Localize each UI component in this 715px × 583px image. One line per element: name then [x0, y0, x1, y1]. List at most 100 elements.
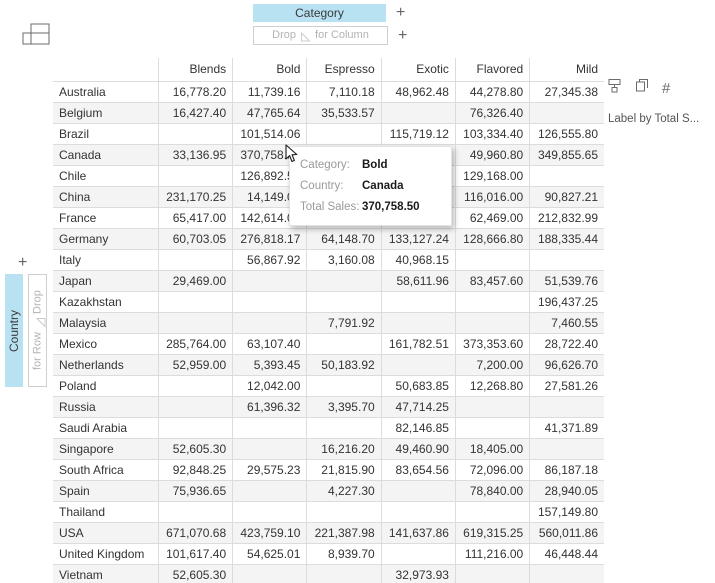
value-cell[interactable]: 92,848.25 — [157, 458, 234, 481]
add-row-button[interactable]: + — [18, 255, 27, 271]
value-cell[interactable]: 111,216.00 — [454, 542, 531, 565]
value-cell[interactable]: 101,617.40 — [157, 542, 234, 565]
value-cell[interactable]: 51,539.76 — [529, 269, 604, 292]
column-header-exotic[interactable]: Exotic — [380, 58, 456, 82]
add-column-placeholder-button[interactable]: + — [398, 27, 407, 44]
value-cell[interactable] — [306, 122, 382, 145]
row-header-cell[interactable]: Italy — [53, 248, 159, 271]
table-row[interactable]: Singapore 52,605.30 16,216.20 49,460.90 18,4… — [53, 437, 604, 460]
value-cell[interactable]: 3,395.70 — [306, 395, 382, 418]
value-cell[interactable]: 141,637.86 — [380, 521, 456, 544]
value-cell[interactable]: 7,460.55 — [529, 311, 604, 334]
number-hash-icon[interactable]: # — [662, 80, 670, 97]
column-chip-category[interactable]: Category — [253, 3, 386, 22]
value-cell[interactable]: 212,832.99 — [529, 206, 604, 229]
value-cell[interactable] — [529, 563, 604, 583]
pivot-layout-icon[interactable] — [20, 22, 54, 48]
value-cell[interactable]: 96,626.70 — [529, 353, 604, 376]
value-cell[interactable]: 86,187.18 — [529, 458, 604, 481]
label-roller-icon[interactable] — [608, 78, 623, 99]
column-header-mild[interactable]: Mild — [529, 58, 604, 82]
table-row[interactable]: Australia 16,778.20 11,739.16 7,110.18 48,96… — [53, 80, 604, 103]
table-row[interactable]: Malaysia 7,791.92 7,460.55 — [53, 311, 604, 334]
value-cell[interactable]: 4,227.30 — [306, 479, 382, 502]
value-cell[interactable]: 47,714.25 — [380, 395, 456, 418]
value-cell[interactable]: 16,216.20 — [306, 437, 382, 460]
value-cell[interactable] — [157, 416, 234, 439]
value-cell[interactable]: 126,555.80 — [529, 122, 604, 145]
value-cell[interactable] — [232, 311, 308, 334]
row-header-cell[interactable]: Belgium — [53, 101, 159, 124]
value-cell[interactable] — [529, 101, 604, 124]
table-row[interactable]: Netherlands 52,959.00 5,393.45 50,183.92 7,2… — [53, 353, 604, 376]
value-cell[interactable]: 231,170.25 — [157, 185, 234, 208]
row-header-cell[interactable]: Spain — [53, 479, 159, 502]
table-row[interactable]: Poland 12,042.00 50,683.85 12,268.80 27,581.… — [53, 374, 604, 397]
row-header-cell[interactable]: Thailand — [53, 500, 159, 523]
column-header-bold[interactable]: Bold — [232, 58, 307, 82]
row-header-cell[interactable]: Mexico — [53, 332, 159, 355]
value-cell[interactable]: 29,575.23 — [232, 458, 308, 481]
value-cell[interactable]: 103,334.40 — [454, 122, 531, 145]
value-cell[interactable]: 50,683.85 — [380, 374, 456, 397]
row-header-cell[interactable]: Brazil — [53, 122, 159, 145]
value-cell[interactable] — [157, 164, 234, 187]
value-cell[interactable] — [306, 500, 382, 523]
value-cell[interactable] — [529, 437, 604, 460]
value-cell[interactable]: 56,867.92 — [232, 248, 308, 271]
value-cell[interactable] — [157, 248, 234, 271]
table-row[interactable]: Russia 61,396.32 3,395.70 47,714.25 — [53, 395, 604, 418]
row-header-cell[interactable]: Vietnam — [53, 563, 159, 583]
table-row[interactable]: Thailand 157,149.80 — [53, 500, 604, 523]
value-cell[interactable]: 196,437.25 — [529, 290, 604, 313]
table-row[interactable]: Vietnam 52,605.30 32,973.93 — [53, 563, 604, 583]
column-header-espresso[interactable]: Espresso — [306, 58, 382, 82]
value-cell[interactable] — [157, 500, 234, 523]
value-cell[interactable]: 16,778.20 — [157, 80, 234, 103]
value-cell[interactable]: 33,136.95 — [157, 143, 234, 166]
value-cell[interactable]: 221,387.98 — [306, 521, 382, 544]
value-cell[interactable]: 16,427.40 — [157, 101, 234, 124]
value-cell[interactable] — [157, 290, 234, 313]
row-header-cell[interactable]: Germany — [53, 227, 159, 250]
value-cell[interactable]: 40,968.15 — [380, 248, 456, 271]
value-cell[interactable]: 90,827.21 — [529, 185, 604, 208]
value-cell[interactable] — [454, 416, 531, 439]
value-cell[interactable]: 11,739.16 — [232, 80, 308, 103]
row-chip-country[interactable]: Country — [5, 274, 23, 387]
value-cell[interactable]: 27,345.38 — [529, 80, 604, 103]
value-cell[interactable]: 78,840.00 — [454, 479, 531, 502]
value-cell[interactable]: 54,625.01 — [232, 542, 308, 565]
table-row[interactable]: United Kingdom 101,617.40 54,625.01 8,939.7… — [53, 542, 604, 565]
value-cell[interactable]: 7,791.92 — [306, 311, 382, 334]
value-cell[interactable] — [529, 395, 604, 418]
value-cell[interactable]: 18,405.00 — [454, 437, 531, 460]
column-drop-placeholder[interactable]: Drop for Column — [253, 26, 388, 45]
value-cell[interactable] — [454, 395, 531, 418]
value-cell[interactable]: 423,759.10 — [232, 521, 308, 544]
value-cell[interactable] — [454, 311, 531, 334]
value-cell[interactable]: 7,200.00 — [454, 353, 531, 376]
table-row[interactable]: USA 671,070.68 423,759.10 221,387.98 141,637… — [53, 521, 604, 544]
value-cell[interactable]: 619,315.25 — [454, 521, 531, 544]
value-cell[interactable]: 49,960.80 — [454, 143, 531, 166]
value-cell[interactable] — [380, 500, 456, 523]
value-cell[interactable]: 35,533.57 — [306, 101, 382, 124]
value-cell[interactable] — [454, 248, 531, 271]
value-cell[interactable] — [529, 164, 604, 187]
value-cell[interactable]: 52,605.30 — [157, 563, 234, 583]
value-cell[interactable] — [232, 479, 308, 502]
value-cell[interactable]: 64,148.70 — [306, 227, 382, 250]
value-cell[interactable]: 161,782.51 — [380, 332, 456, 355]
row-header-cell[interactable]: Australia — [53, 80, 159, 103]
value-cell[interactable]: 12,268.80 — [454, 374, 531, 397]
value-cell[interactable] — [454, 290, 531, 313]
value-cell[interactable] — [380, 542, 456, 565]
value-cell[interactable]: 28,940.05 — [529, 479, 604, 502]
value-cell[interactable]: 83,654.56 — [380, 458, 456, 481]
value-cell[interactable]: 27,581.26 — [529, 374, 604, 397]
value-cell[interactable]: 41,371.89 — [529, 416, 604, 439]
table-row[interactable]: Brazil 101,514.06 115,719.12 103,334.40 126,… — [53, 122, 604, 145]
value-cell[interactable]: 128,666.80 — [454, 227, 531, 250]
value-cell[interactable]: 62,469.00 — [454, 206, 531, 229]
